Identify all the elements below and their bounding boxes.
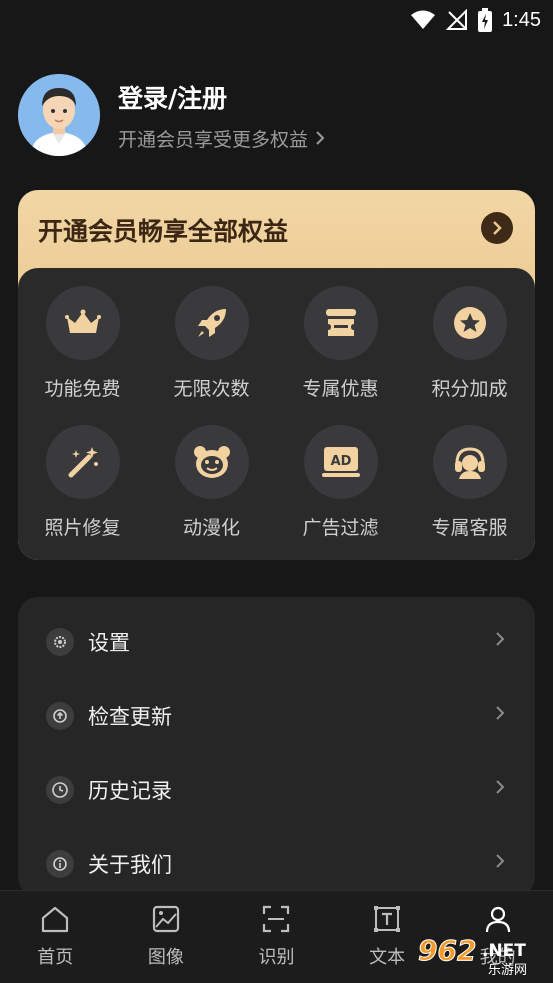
benefit-label: 专属客服 bbox=[431, 517, 508, 539]
menu-item-label: 历史记录 bbox=[88, 779, 172, 803]
vip-promo-link[interactable]: 开通会员享受更多权益 bbox=[118, 125, 326, 152]
person-icon bbox=[485, 906, 510, 933]
scan-icon bbox=[263, 905, 290, 933]
chevron-right-icon bbox=[496, 780, 505, 794]
watermark-logo: 962 .NET 乐游网 bbox=[416, 930, 550, 980]
vip-promo-text: 开通会员享受更多权益 bbox=[118, 128, 309, 151]
benefit-label: 无限次数 bbox=[173, 378, 250, 400]
chevron-right-icon bbox=[493, 221, 502, 235]
bear-icon bbox=[174, 425, 249, 499]
chevron-right-icon bbox=[316, 131, 325, 145]
vip-card-title: 开通会员畅享全部权益 bbox=[38, 217, 289, 246]
benefit-label: 专属优惠 bbox=[302, 378, 379, 400]
benefit-exclusive-support[interactable]: 专属客服 bbox=[405, 425, 534, 540]
magic-wand-icon bbox=[45, 425, 120, 499]
menu-item-history[interactable]: 历史记录 bbox=[18, 753, 535, 827]
menu-item-settings[interactable]: 设置 bbox=[18, 605, 535, 679]
home-icon bbox=[42, 906, 69, 933]
nav-item-home[interactable]: 首页 bbox=[0, 891, 111, 983]
benefit-label: 照片修复 bbox=[44, 517, 121, 539]
login-register-link[interactable]: 登录/注册 bbox=[118, 79, 326, 115]
nav-item-image[interactable]: 图像 bbox=[111, 891, 222, 983]
benefit-ad-filter[interactable]: AD 广告过滤 bbox=[276, 425, 405, 540]
star-icon bbox=[432, 286, 507, 360]
nav-label: 识别 bbox=[258, 947, 295, 968]
rocket-icon bbox=[174, 286, 249, 360]
benefit-free-features[interactable]: 功能免费 bbox=[18, 286, 147, 401]
menu-list: 设置 检查更新 历史记录 关于我们 bbox=[18, 597, 535, 897]
no-signal-icon bbox=[446, 9, 468, 31]
update-icon bbox=[46, 702, 74, 730]
nav-label: 首页 bbox=[37, 947, 74, 968]
benefit-label: 功能免费 bbox=[44, 378, 121, 400]
wifi-icon bbox=[410, 10, 436, 30]
vip-arrow-button[interactable] bbox=[481, 212, 513, 244]
benefit-points-bonus[interactable]: 积分加成 bbox=[405, 286, 534, 401]
text-icon bbox=[374, 906, 401, 932]
benefit-label: 积分加成 bbox=[431, 378, 508, 400]
menu-item-label: 设置 bbox=[88, 631, 130, 655]
chevron-right-icon bbox=[496, 854, 505, 868]
benefit-unlimited[interactable]: 无限次数 bbox=[147, 286, 276, 401]
menu-item-label: 关于我们 bbox=[88, 853, 172, 877]
svg-text:AD: AD bbox=[330, 454, 351, 469]
nav-item-recognize[interactable]: 识别 bbox=[221, 891, 332, 983]
vip-benefits-panel: 功能免费 无限次数 专属优惠 积分加成 照片修复 动漫化 AD 广告过滤 专属客… bbox=[18, 268, 535, 560]
nav-label: 文本 bbox=[369, 947, 406, 968]
vip-card[interactable]: 开通会员畅享全部权益 功能免费 无限次数 专属优惠 积分加成 照片修复 动漫化 … bbox=[18, 190, 535, 560]
menu-item-check-update[interactable]: 检查更新 bbox=[18, 679, 535, 753]
menu-item-label: 检查更新 bbox=[88, 705, 172, 729]
headset-icon bbox=[432, 425, 507, 499]
chevron-right-icon bbox=[496, 706, 505, 720]
status-time: 1:45 bbox=[502, 8, 541, 31]
crown-icon bbox=[45, 286, 120, 360]
info-icon bbox=[46, 850, 74, 878]
clock-icon bbox=[46, 776, 74, 804]
benefit-anime[interactable]: 动漫化 bbox=[147, 425, 276, 540]
gear-icon bbox=[46, 628, 74, 656]
ticket-icon bbox=[303, 286, 378, 360]
svg-text:962: 962 bbox=[418, 934, 476, 967]
profile-header[interactable]: 登录/注册 开通会员享受更多权益 bbox=[18, 73, 538, 157]
chevron-right-icon bbox=[496, 632, 505, 646]
status-bar: 1:45 bbox=[0, 0, 553, 40]
benefit-label: 广告过滤 bbox=[302, 517, 379, 539]
nav-label: 图像 bbox=[147, 947, 184, 968]
image-icon bbox=[152, 905, 179, 933]
benefit-label: 动漫化 bbox=[182, 517, 240, 539]
benefit-photo-restore[interactable]: 照片修复 bbox=[18, 425, 147, 540]
battery-charging-icon bbox=[478, 8, 493, 32]
benefit-exclusive-discount[interactable]: 专属优惠 bbox=[276, 286, 405, 401]
svg-text:乐游网: 乐游网 bbox=[488, 963, 527, 978]
ad-icon: AD bbox=[303, 425, 378, 499]
avatar[interactable] bbox=[18, 74, 100, 156]
svg-text:.NET: .NET bbox=[482, 941, 526, 961]
